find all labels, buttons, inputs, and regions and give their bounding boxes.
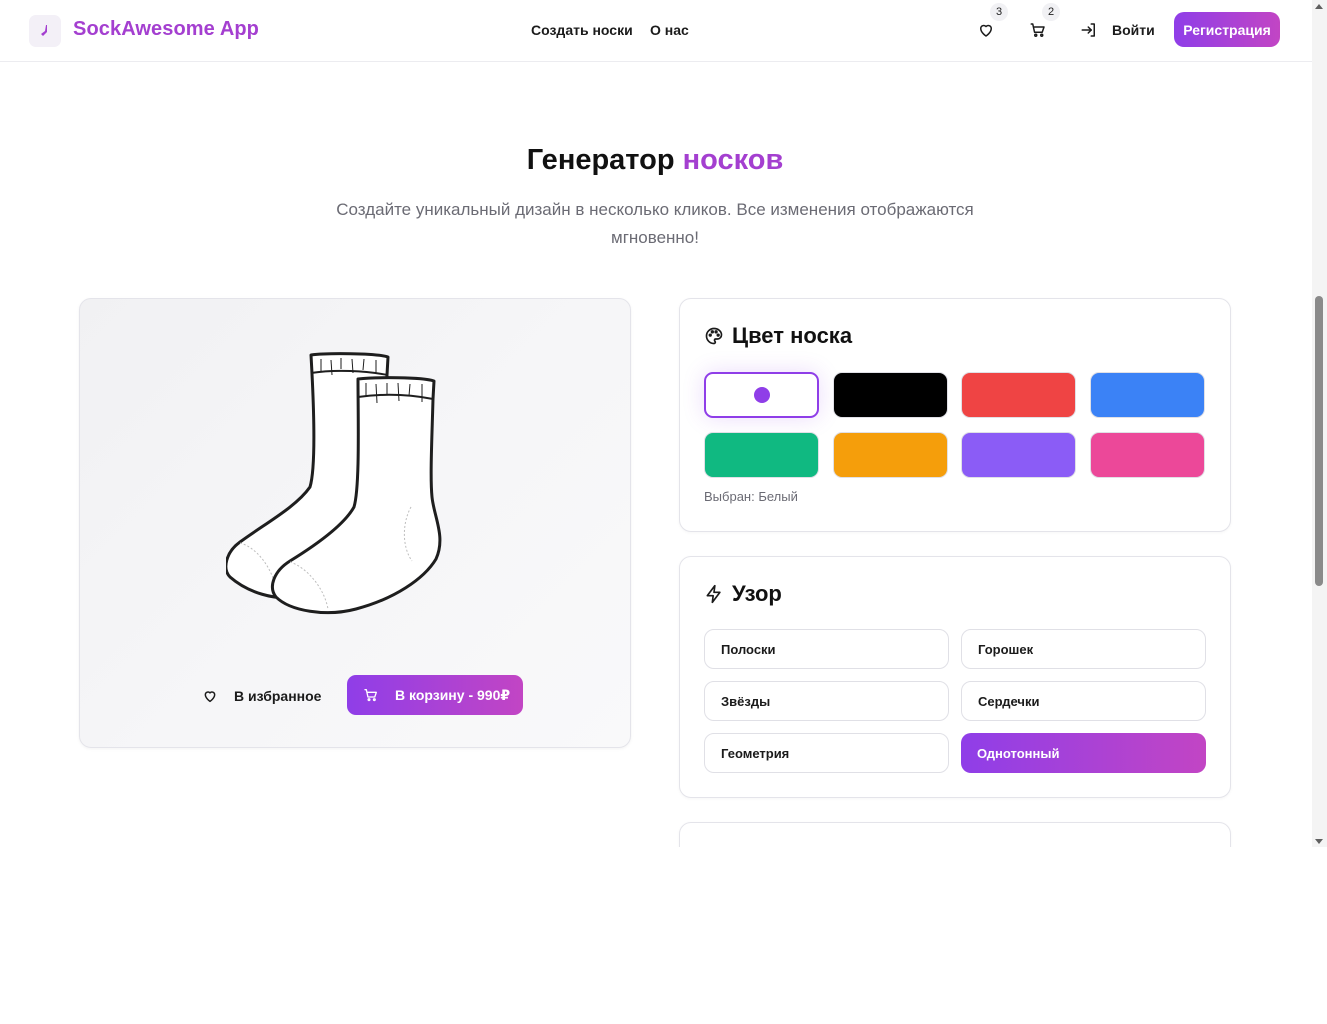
heart-icon bbox=[980, 24, 992, 37]
cart-label: В корзину - 990₽ bbox=[395, 686, 511, 703]
cart-button[interactable] bbox=[1027, 19, 1049, 41]
pattern-option[interactable]: Геометрия bbox=[704, 733, 949, 773]
color-swatch[interactable] bbox=[1089, 432, 1205, 478]
palette-icon bbox=[705, 327, 723, 345]
cart-icon bbox=[364, 689, 377, 702]
brand-name[interactable]: SockAwesome App bbox=[73, 18, 259, 41]
selected-color-text: Выбран: Белый bbox=[704, 489, 798, 504]
options-panel bbox=[679, 822, 1231, 847]
color-swatch[interactable] bbox=[832, 372, 948, 418]
cart-count-badge: 2 bbox=[1042, 3, 1060, 21]
color-panel-header: Цвет носка bbox=[704, 323, 852, 349]
add-to-favorites-button[interactable]: В избранное bbox=[190, 676, 333, 716]
pattern-option[interactable]: Однотонный bbox=[961, 733, 1206, 773]
selected-indicator bbox=[753, 387, 770, 403]
login-button[interactable]: Войти bbox=[1080, 19, 1155, 41]
top-header: SockAwesome App Создать носки О нас 3 2 … bbox=[0, 0, 1312, 62]
color-swatch[interactable] bbox=[1089, 372, 1205, 418]
sock-preview-card: В избранное В корзину - 990₽ bbox=[79, 298, 631, 748]
favorites-button[interactable] bbox=[975, 19, 997, 41]
add-to-cart-button[interactable]: В корзину - 990₽ bbox=[347, 675, 523, 715]
color-swatch[interactable] bbox=[961, 372, 1076, 418]
color-swatch[interactable] bbox=[961, 432, 1076, 478]
color-panel-title: Цвет носка bbox=[732, 323, 853, 348]
pattern-panel: Узор Полоски Горошек Звёзды Сердечки Геометр… bbox=[679, 556, 1231, 798]
cart-icon bbox=[1030, 23, 1045, 37]
app-viewport: SockAwesome App Создать носки О нас 3 2 … bbox=[0, 0, 1312, 847]
scroll-up-arrow[interactable] bbox=[1315, 4, 1323, 9]
title-main: Генератор bbox=[526, 144, 675, 176]
pattern-option[interactable]: Сердечки bbox=[961, 681, 1206, 721]
sock-icon bbox=[41, 25, 47, 36]
logo[interactable] bbox=[29, 15, 61, 47]
pattern-option[interactable]: Горошек bbox=[961, 629, 1206, 669]
sock-preview-image bbox=[226, 352, 442, 615]
page-subtitle: Создайте уникальный дизайн в несколько к… bbox=[336, 200, 974, 247]
color-panel: Цвет носка Выбран: Белый bbox=[679, 298, 1231, 532]
scrollbar[interactable] bbox=[1312, 0, 1327, 847]
nav-about[interactable]: О нас bbox=[650, 22, 689, 38]
pattern-panel-title: Узор bbox=[732, 581, 782, 606]
color-swatch[interactable] bbox=[704, 372, 819, 418]
pattern-option[interactable]: Звёзды bbox=[704, 681, 949, 721]
register-button[interactable]: Регистрация bbox=[1174, 12, 1280, 47]
lightning-icon bbox=[706, 584, 721, 604]
pattern-option[interactable]: Полоски bbox=[704, 629, 949, 669]
scroll-thumb[interactable] bbox=[1315, 296, 1323, 586]
login-icon bbox=[1081, 23, 1095, 37]
pattern-panel-header: Узор bbox=[704, 581, 782, 607]
page-title: Генератор носков bbox=[0, 144, 1310, 177]
color-swatch[interactable] bbox=[832, 432, 948, 478]
favorites-count-badge: 3 bbox=[990, 3, 1008, 21]
favorites-label: В избранное bbox=[234, 688, 322, 704]
login-label: Войти bbox=[1112, 22, 1155, 38]
title-accent: носков bbox=[682, 144, 784, 176]
heart-icon bbox=[204, 691, 216, 703]
color-swatch[interactable] bbox=[704, 432, 819, 478]
scroll-down-arrow[interactable] bbox=[1315, 839, 1323, 844]
nav-create-socks[interactable]: Создать носки bbox=[531, 22, 633, 38]
